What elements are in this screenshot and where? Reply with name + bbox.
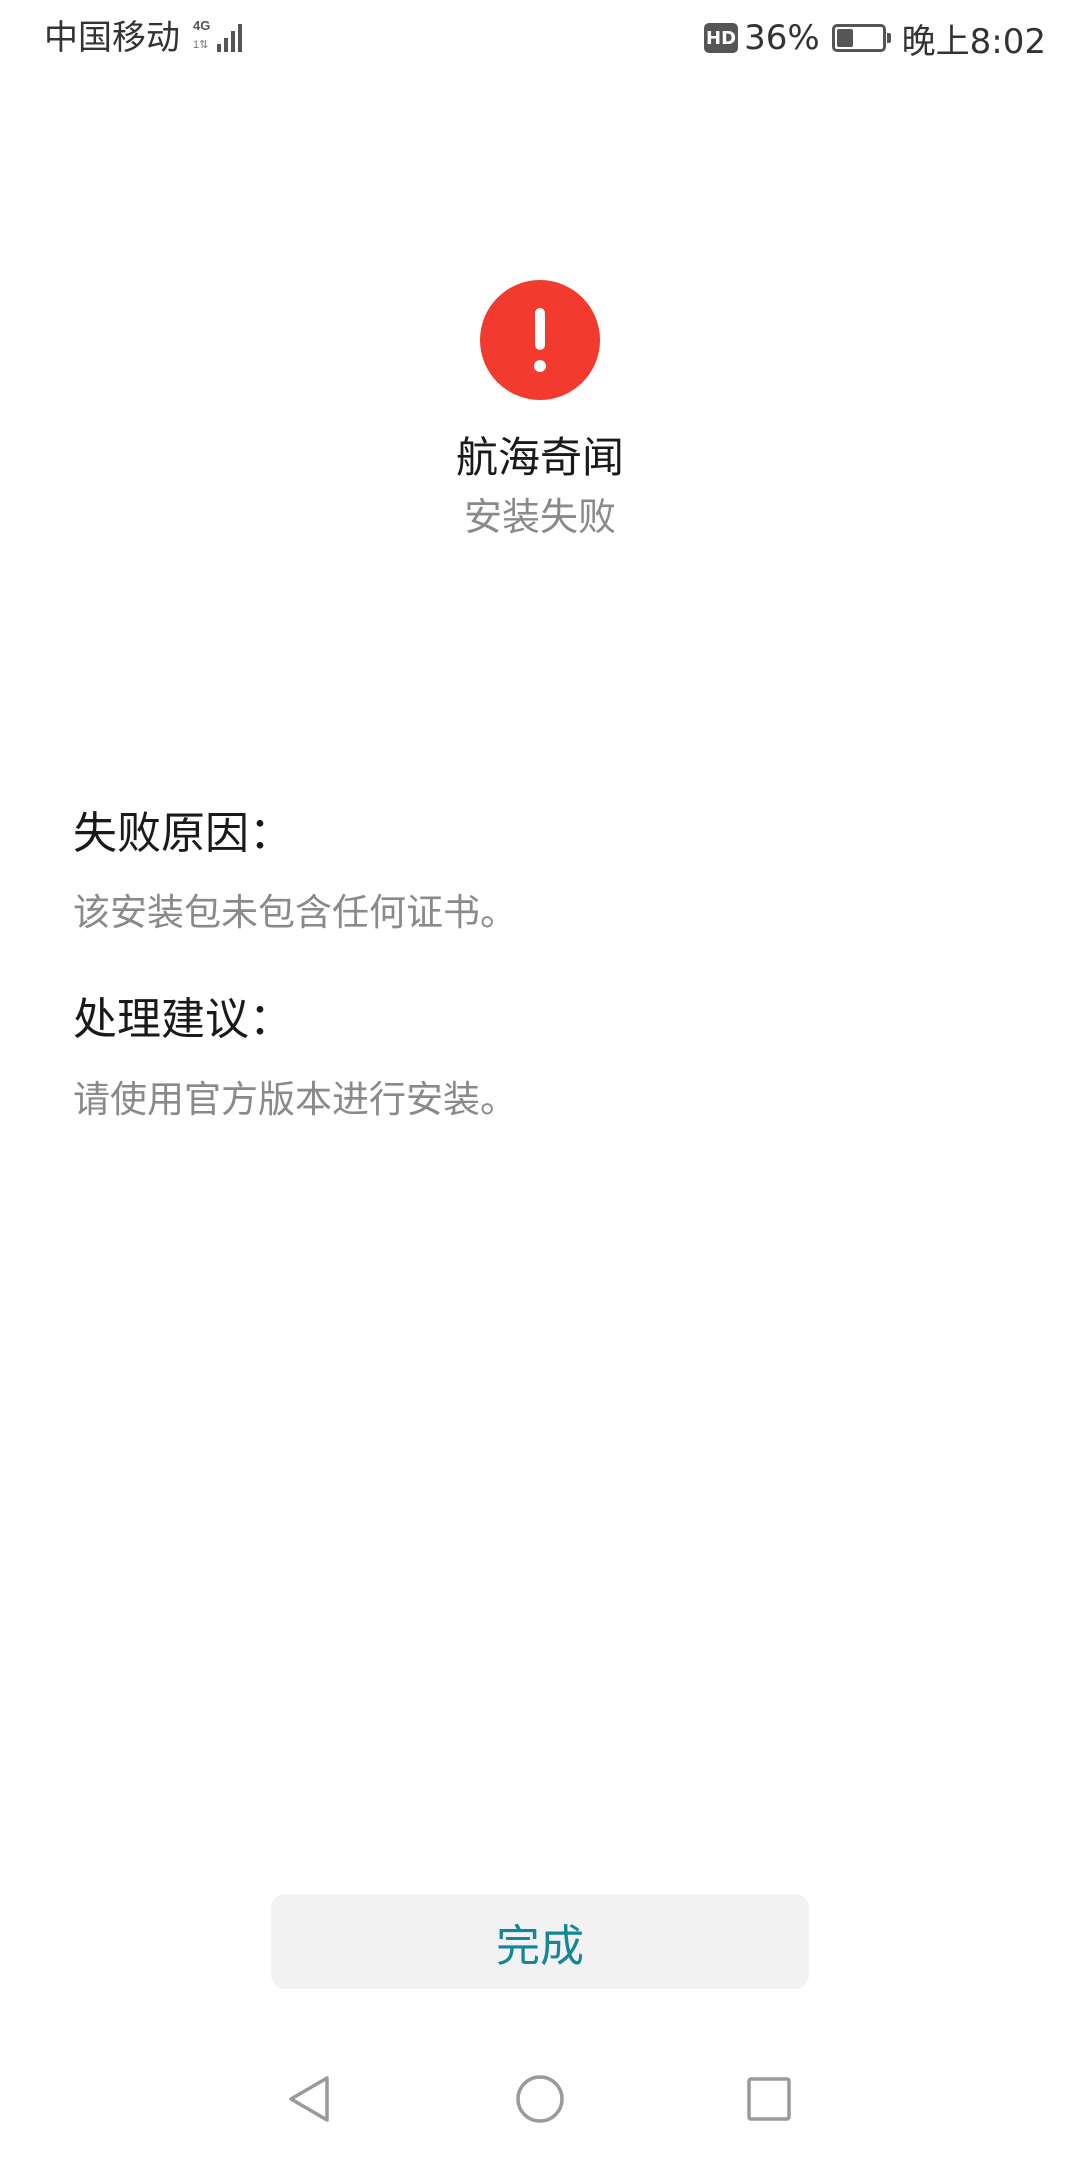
install-failed-screen: 中国移动 4G 1⇅ HD 36% 晚上8:02 航海奇闻 安装失败 失败原因：… (0, 0, 1080, 2160)
failure-reason-title: 失败原因： (73, 808, 293, 859)
recent-square-icon[interactable] (746, 2076, 792, 2122)
suggestion-title: 处理建议： (73, 994, 293, 1045)
carrier-name: 中国移动 (44, 18, 180, 58)
done-button[interactable]: 完成 (271, 1894, 809, 1989)
home-circle-icon[interactable] (515, 2074, 565, 2124)
battery-percent: 36% (744, 18, 820, 58)
app-name: 航海奇闻 (455, 433, 624, 482)
network-sub-label: 1⇅ (193, 39, 208, 51)
battery-level-fill (836, 29, 853, 47)
failure-reason-text: 该安装包未包含任何证书。 (73, 891, 517, 934)
battery-icon (831, 24, 891, 52)
status-right-group: HD 36% 晚上8:02 (704, 16, 1046, 62)
network-type-label: 4G (193, 18, 210, 33)
back-triangle-icon[interactable] (287, 2074, 331, 2124)
status-bar: 中国移动 4G 1⇅ HD 36% 晚上8:02 (0, 0, 1080, 76)
install-status: 安装失败 (463, 495, 616, 539)
signal-icon: 4G 1⇅ (193, 18, 242, 52)
clock: 晚上8:02 (901, 21, 1046, 62)
error-exclamation-icon (480, 280, 600, 400)
suggestion-text: 请使用官方版本进行安装。 (73, 1078, 517, 1121)
hd-icon: HD (704, 23, 739, 53)
